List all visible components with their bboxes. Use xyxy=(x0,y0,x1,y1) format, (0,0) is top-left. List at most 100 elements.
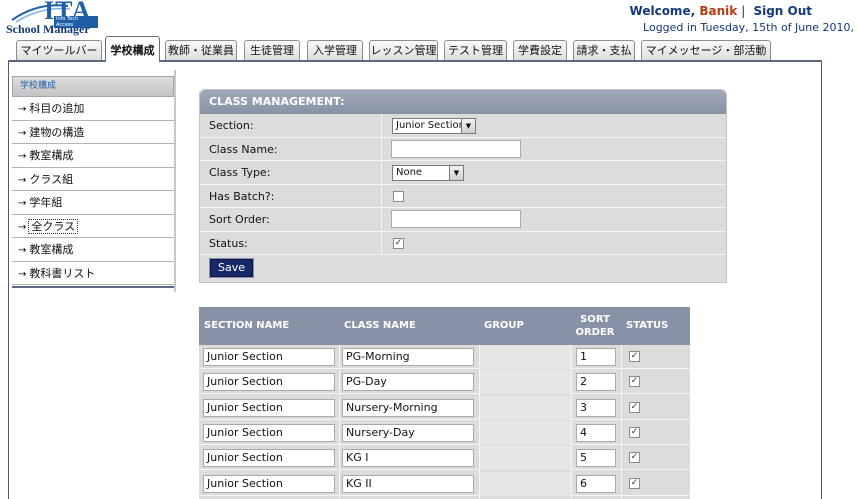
app-logo[interactable]: ITA Info Tech Access School Manager xyxy=(6,0,98,36)
status-checkbox[interactable]: ✓ xyxy=(629,477,640,489)
tab-fee-settings[interactable]: 学費設定 xyxy=(513,40,567,60)
status-checkbox[interactable]: ✓ xyxy=(629,426,640,438)
class-name-input[interactable]: Nursery-Morning xyxy=(342,398,474,417)
sort-order-input[interactable]: 1 xyxy=(576,348,616,366)
class-type-select-value: None xyxy=(396,167,423,178)
save-button[interactable]: Save xyxy=(208,258,255,278)
table-row: Junior Section Nursery-Day 4 ✓ xyxy=(199,420,690,445)
status-checkbox[interactable]: ✓ xyxy=(629,351,640,362)
class-name-input[interactable] xyxy=(391,139,521,158)
arrow-icon: → xyxy=(18,174,27,186)
group-cell xyxy=(480,446,571,471)
sort-order-input[interactable]: 3 xyxy=(576,398,616,417)
class-name-input[interactable]: KG II xyxy=(342,474,474,493)
section-select[interactable]: Junior Section ▼ xyxy=(392,118,476,134)
tab-test-management[interactable]: テスト管理 xyxy=(444,40,507,60)
tab-school-structure[interactable]: 学校構成 xyxy=(105,36,160,62)
column-divider xyxy=(381,137,382,161)
sidebar-item-textbook-list[interactable]: → 教科書リスト xyxy=(12,262,174,285)
class-type-select[interactable]: None ▼ xyxy=(392,165,464,181)
col-header-sort-line1: SORT xyxy=(580,314,610,325)
arrow-icon: → xyxy=(18,198,27,209)
username: Banik xyxy=(699,4,738,18)
section-name-input[interactable]: Junior Section xyxy=(203,398,335,417)
chevron-down-icon: ▼ xyxy=(461,119,475,133)
column-divider xyxy=(381,161,382,184)
sidebar-item-label: 建物の構造 xyxy=(29,125,85,139)
group-cell xyxy=(480,345,571,369)
form-row-class-name: Class Name: xyxy=(200,137,726,161)
class-name-input[interactable]: PG-Day xyxy=(342,373,474,392)
sort-order-input[interactable] xyxy=(391,210,521,228)
col-header-status: STATUS xyxy=(626,320,669,331)
section-label: Section: xyxy=(209,119,254,132)
class-name-input[interactable]: KG I xyxy=(342,449,474,468)
form-row-actions: Save xyxy=(200,255,726,281)
status-checkbox[interactable]: ✓ xyxy=(629,401,640,413)
column-divider xyxy=(621,345,622,499)
form-row-status: Status: ✓ xyxy=(200,231,726,255)
has-batch-checkbox[interactable] xyxy=(393,190,404,202)
sort-order-input[interactable]: 2 xyxy=(576,373,616,392)
sidebar-heading[interactable]: 学校構成 xyxy=(12,76,174,97)
form-row-class-type: Class Type: None ▼ xyxy=(200,161,726,185)
sidebar-item-grade-groups[interactable]: → 学年組 xyxy=(12,191,174,215)
status-checkbox[interactable]: ✓ xyxy=(393,237,404,249)
section-name-input[interactable]: Junior Section xyxy=(203,449,335,468)
column-divider xyxy=(381,184,382,208)
status-checkbox[interactable]: ✓ xyxy=(629,376,640,388)
section-name-input[interactable]: Junior Section xyxy=(203,373,335,392)
sort-order-input[interactable]: 5 xyxy=(576,449,616,468)
status-label: Status: xyxy=(209,236,248,250)
tab-my-toolbar[interactable]: マイツールバー xyxy=(16,40,102,60)
col-header-sort-order: SORT ORDER xyxy=(573,313,617,339)
tab-lesson-management[interactable]: レッスン管理 xyxy=(369,40,438,60)
col-header-section: SECTION NAME xyxy=(204,320,290,331)
group-cell xyxy=(480,370,571,395)
tab-messages-clubs[interactable]: マイメッセージ・部活動 xyxy=(641,40,771,60)
col-header-class: CLASS NAME xyxy=(344,320,416,331)
arrow-icon: → xyxy=(18,245,27,256)
sidebar-item-classroom-config[interactable]: → 教室構成 xyxy=(12,144,174,168)
tab-student-management[interactable]: 生徒管理 xyxy=(244,40,300,60)
tab-admission-management[interactable]: 入学管理 xyxy=(307,40,363,60)
sort-order-input[interactable]: 6 xyxy=(576,474,616,493)
sidebar-item-label: 教室構成 xyxy=(29,243,74,256)
class-list-table: SECTION NAME CLASS NAME GROUP SORT ORDER… xyxy=(199,307,690,499)
sidebar-item-label: 全クラス xyxy=(28,218,79,234)
group-cell xyxy=(480,471,571,496)
section-name-input[interactable]: Junior Section xyxy=(203,423,335,442)
section-name-input[interactable]: Junior Section xyxy=(203,348,335,366)
sidebar-item-label: 教室構成 xyxy=(29,149,74,162)
tab-teachers-staff[interactable]: 教師・従業員 xyxy=(165,40,237,60)
sidebar-item-classroom-config-2[interactable]: → 教室構成 xyxy=(12,238,174,262)
class-name-label: Class Name: xyxy=(209,142,278,156)
col-header-group: GROUP xyxy=(484,320,524,331)
table-row: Junior Section PG-Day 2 ✓ xyxy=(199,370,690,395)
sort-order-input[interactable]: 4 xyxy=(576,423,616,442)
class-name-input[interactable]: PG-Morning xyxy=(342,348,474,366)
chevron-down-icon: ▼ xyxy=(449,166,463,180)
class-name-input[interactable]: Nursery-Day xyxy=(342,423,474,442)
sidebar-item-building-structure[interactable]: → 建物の構造 xyxy=(12,121,174,144)
class-management-form: CLASS MANAGEMENT: Section: Junior Sectio… xyxy=(199,89,727,283)
sidebar-item-class-groups[interactable]: → クラス組 xyxy=(12,168,174,191)
sidebar-shadow xyxy=(174,70,176,292)
table-row: Junior Section Nursery-Morning 3 ✓ xyxy=(199,395,690,420)
sign-out-link[interactable]: Sign Out xyxy=(753,4,812,18)
section-name-input[interactable]: Junior Section xyxy=(203,474,335,493)
sidebar-item-label: クラス組 xyxy=(29,172,74,186)
form-row-has-batch: Has Batch?: xyxy=(200,184,726,208)
sidebar-bottom-border xyxy=(12,286,174,288)
sidebar-item-add-subject[interactable]: → 科目の追加 xyxy=(12,97,174,121)
arrow-icon: → xyxy=(18,151,27,162)
sidebar-item-all-classes[interactable]: → 全クラス xyxy=(12,215,174,238)
sidebar-item-label: 学年組 xyxy=(29,196,63,209)
tab-billing-payment[interactable]: 請求・支払 xyxy=(573,40,635,60)
status-checkbox[interactable]: ✓ xyxy=(629,452,640,464)
column-divider xyxy=(381,231,382,255)
table-row: Junior Section KG I 5 ✓ xyxy=(199,446,690,471)
table-row: Junior Section PG-Morning 1 ✓ xyxy=(199,345,690,369)
col-header-sort-line2: ORDER xyxy=(575,327,615,338)
column-divider xyxy=(479,345,480,499)
